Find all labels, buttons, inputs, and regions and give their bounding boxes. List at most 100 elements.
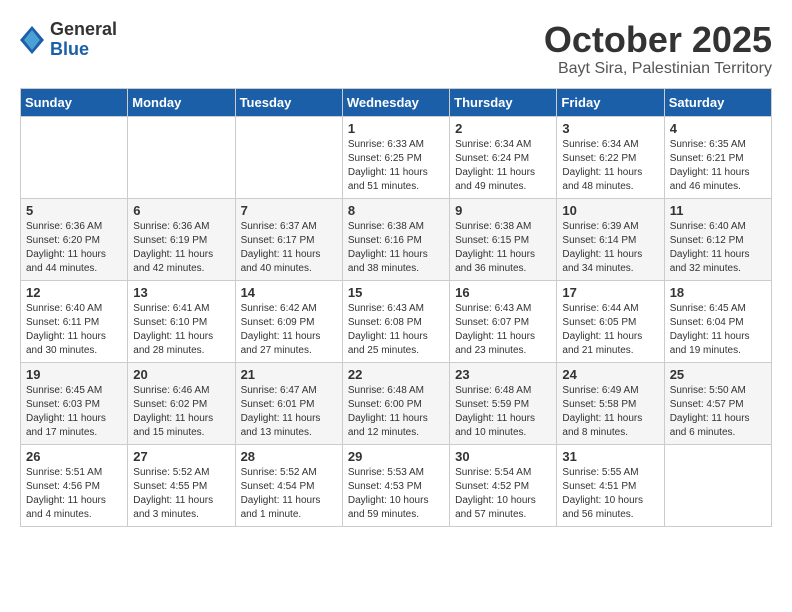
day-header-tuesday: Tuesday (235, 88, 342, 116)
day-info: Sunrise: 6:39 AM Sunset: 6:14 PM Dayligh… (562, 220, 658, 276)
day-number: 30 (455, 449, 551, 464)
day-number: 12 (26, 285, 122, 300)
day-header-sunday: Sunday (21, 88, 128, 116)
day-number: 2 (455, 121, 551, 136)
calendar-day-12: 12 Sunrise: 6:40 AM Sunset: 6:11 PM Dayli… (21, 280, 128, 362)
calendar-day-empty (21, 116, 128, 198)
calendar-day-18: 18 Sunrise: 6:45 AM Sunset: 6:04 PM Dayli… (664, 280, 771, 362)
calendar-day-10: 10 Sunrise: 6:39 AM Sunset: 6:14 PM Dayli… (557, 198, 664, 280)
day-number: 7 (241, 203, 337, 218)
day-header-monday: Monday (128, 88, 235, 116)
day-number: 8 (348, 203, 444, 218)
day-info: Sunrise: 6:45 AM Sunset: 6:03 PM Dayligh… (26, 384, 122, 440)
calendar-day-empty (664, 444, 771, 526)
day-info: Sunrise: 6:49 AM Sunset: 5:58 PM Dayligh… (562, 384, 658, 440)
page-header: General Blue October 2025 Bayt Sira, Pal… (20, 20, 772, 78)
day-number: 11 (670, 203, 766, 218)
calendar-day-14: 14Sunrise: 6:42 AM Sunset: 6:09 PM Dayli… (235, 280, 342, 362)
day-number: 5 (26, 203, 122, 218)
calendar-day-21: 21 Sunrise: 6:47 AM Sunset: 6:01 PM Dayli… (235, 362, 342, 444)
day-info: Sunrise: 6:36 AM Sunset: 6:20 PM Dayligh… (26, 220, 122, 276)
location-subtitle: Bayt Sira, Palestinian Territory (544, 60, 772, 78)
day-number: 16 (455, 285, 551, 300)
day-info: Sunrise: 6:45 AM Sunset: 6:04 PM Dayligh… (670, 302, 766, 358)
calendar-day-20: 20 Sunrise: 6:46 AM Sunset: 6:02 PM Dayli… (128, 362, 235, 444)
calendar-day-8: 8Sunrise: 6:38 AM Sunset: 6:16 PM Daylig… (342, 198, 449, 280)
calendar-header-row: SundayMondayTuesdayWednesdayThursdayFrid… (21, 88, 772, 116)
calendar-day-5: 5 Sunrise: 6:36 AM Sunset: 6:20 PM Daylig… (21, 198, 128, 280)
calendar-day-11: 11 Sunrise: 6:40 AM Sunset: 6:12 PM Dayli… (664, 198, 771, 280)
day-info: Sunrise: 5:51 AM Sunset: 4:56 PM Dayligh… (26, 466, 122, 522)
calendar-day-13: 13Sunrise: 6:41 AM Sunset: 6:10 PM Dayli… (128, 280, 235, 362)
day-number: 24 (562, 367, 658, 382)
calendar-day-4: 4 Sunrise: 6:35 AM Sunset: 6:21 PM Daylig… (664, 116, 771, 198)
day-number: 20 (133, 367, 229, 382)
day-number: 14 (241, 285, 337, 300)
logo-text: General Blue (50, 20, 117, 60)
calendar-week-row: 26 Sunrise: 5:51 AM Sunset: 4:56 PM Dayli… (21, 444, 772, 526)
day-number: 9 (455, 203, 551, 218)
day-info: Sunrise: 6:38 AM Sunset: 6:15 PM Dayligh… (455, 220, 551, 276)
calendar-day-25: 25Sunrise: 5:50 AM Sunset: 4:57 PM Dayli… (664, 362, 771, 444)
logo-blue-text: Blue (50, 40, 117, 60)
calendar-day-empty (235, 116, 342, 198)
calendar-week-row: 5 Sunrise: 6:36 AM Sunset: 6:20 PM Daylig… (21, 198, 772, 280)
day-number: 28 (241, 449, 337, 464)
day-number: 26 (26, 449, 122, 464)
day-info: Sunrise: 6:35 AM Sunset: 6:21 PM Dayligh… (670, 138, 766, 194)
day-number: 3 (562, 121, 658, 136)
day-number: 17 (562, 285, 658, 300)
day-number: 25 (670, 367, 766, 382)
calendar-day-22: 22 Sunrise: 6:48 AM Sunset: 6:00 PM Dayli… (342, 362, 449, 444)
title-area: October 2025 Bayt Sira, Palestinian Terr… (544, 20, 772, 78)
day-info: Sunrise: 6:36 AM Sunset: 6:19 PM Dayligh… (133, 220, 229, 276)
day-number: 19 (26, 367, 122, 382)
day-number: 18 (670, 285, 766, 300)
calendar-day-24: 24 Sunrise: 6:49 AM Sunset: 5:58 PM Dayli… (557, 362, 664, 444)
day-header-wednesday: Wednesday (342, 88, 449, 116)
calendar-day-31: 31Sunrise: 5:55 AM Sunset: 4:51 PM Dayli… (557, 444, 664, 526)
day-number: 22 (348, 367, 444, 382)
calendar-week-row: 19 Sunrise: 6:45 AM Sunset: 6:03 PM Dayli… (21, 362, 772, 444)
day-number: 23 (455, 367, 551, 382)
day-number: 4 (670, 121, 766, 136)
calendar-week-row: 12 Sunrise: 6:40 AM Sunset: 6:11 PM Dayli… (21, 280, 772, 362)
day-info: Sunrise: 6:43 AM Sunset: 6:07 PM Dayligh… (455, 302, 551, 358)
calendar-day-9: 9 Sunrise: 6:38 AM Sunset: 6:15 PM Daylig… (450, 198, 557, 280)
day-header-saturday: Saturday (664, 88, 771, 116)
day-info: Sunrise: 5:53 AM Sunset: 4:53 PM Dayligh… (348, 466, 444, 522)
day-info: Sunrise: 6:48 AM Sunset: 6:00 PM Dayligh… (348, 384, 444, 440)
day-number: 21 (241, 367, 337, 382)
calendar-table: SundayMondayTuesdayWednesdayThursdayFrid… (20, 88, 772, 527)
day-info: Sunrise: 6:47 AM Sunset: 6:01 PM Dayligh… (241, 384, 337, 440)
day-info: Sunrise: 6:44 AM Sunset: 6:05 PM Dayligh… (562, 302, 658, 358)
calendar-day-26: 26 Sunrise: 5:51 AM Sunset: 4:56 PM Dayli… (21, 444, 128, 526)
day-number: 10 (562, 203, 658, 218)
day-info: Sunrise: 5:54 AM Sunset: 4:52 PM Dayligh… (455, 466, 551, 522)
day-number: 29 (348, 449, 444, 464)
day-info: Sunrise: 6:48 AM Sunset: 5:59 PM Dayligh… (455, 384, 551, 440)
logo: General Blue (20, 20, 117, 60)
day-info: Sunrise: 6:34 AM Sunset: 6:22 PM Dayligh… (562, 138, 658, 194)
calendar-day-3: 3 Sunrise: 6:34 AM Sunset: 6:22 PM Daylig… (557, 116, 664, 198)
day-number: 27 (133, 449, 229, 464)
calendar-day-7: 7 Sunrise: 6:37 AM Sunset: 6:17 PM Daylig… (235, 198, 342, 280)
calendar-day-29: 29 Sunrise: 5:53 AM Sunset: 4:53 PM Dayli… (342, 444, 449, 526)
calendar-day-empty (128, 116, 235, 198)
day-info: Sunrise: 6:33 AM Sunset: 6:25 PM Dayligh… (348, 138, 444, 194)
day-info: Sunrise: 6:46 AM Sunset: 6:02 PM Dayligh… (133, 384, 229, 440)
day-info: Sunrise: 6:40 AM Sunset: 6:11 PM Dayligh… (26, 302, 122, 358)
day-header-thursday: Thursday (450, 88, 557, 116)
calendar-day-27: 27Sunrise: 5:52 AM Sunset: 4:55 PM Dayli… (128, 444, 235, 526)
calendar-day-28: 28Sunrise: 5:52 AM Sunset: 4:54 PM Dayli… (235, 444, 342, 526)
day-info: Sunrise: 6:37 AM Sunset: 6:17 PM Dayligh… (241, 220, 337, 276)
calendar-week-row: 1Sunrise: 6:33 AM Sunset: 6:25 PM Daylig… (21, 116, 772, 198)
day-info: Sunrise: 6:40 AM Sunset: 6:12 PM Dayligh… (670, 220, 766, 276)
logo-icon (20, 26, 44, 54)
calendar-day-19: 19 Sunrise: 6:45 AM Sunset: 6:03 PM Dayli… (21, 362, 128, 444)
day-info: Sunrise: 6:41 AM Sunset: 6:10 PM Dayligh… (133, 302, 229, 358)
day-number: 31 (562, 449, 658, 464)
calendar-day-30: 30 Sunrise: 5:54 AM Sunset: 4:52 PM Dayli… (450, 444, 557, 526)
month-title: October 2025 (544, 20, 772, 60)
calendar-day-16: 16 Sunrise: 6:43 AM Sunset: 6:07 PM Dayli… (450, 280, 557, 362)
